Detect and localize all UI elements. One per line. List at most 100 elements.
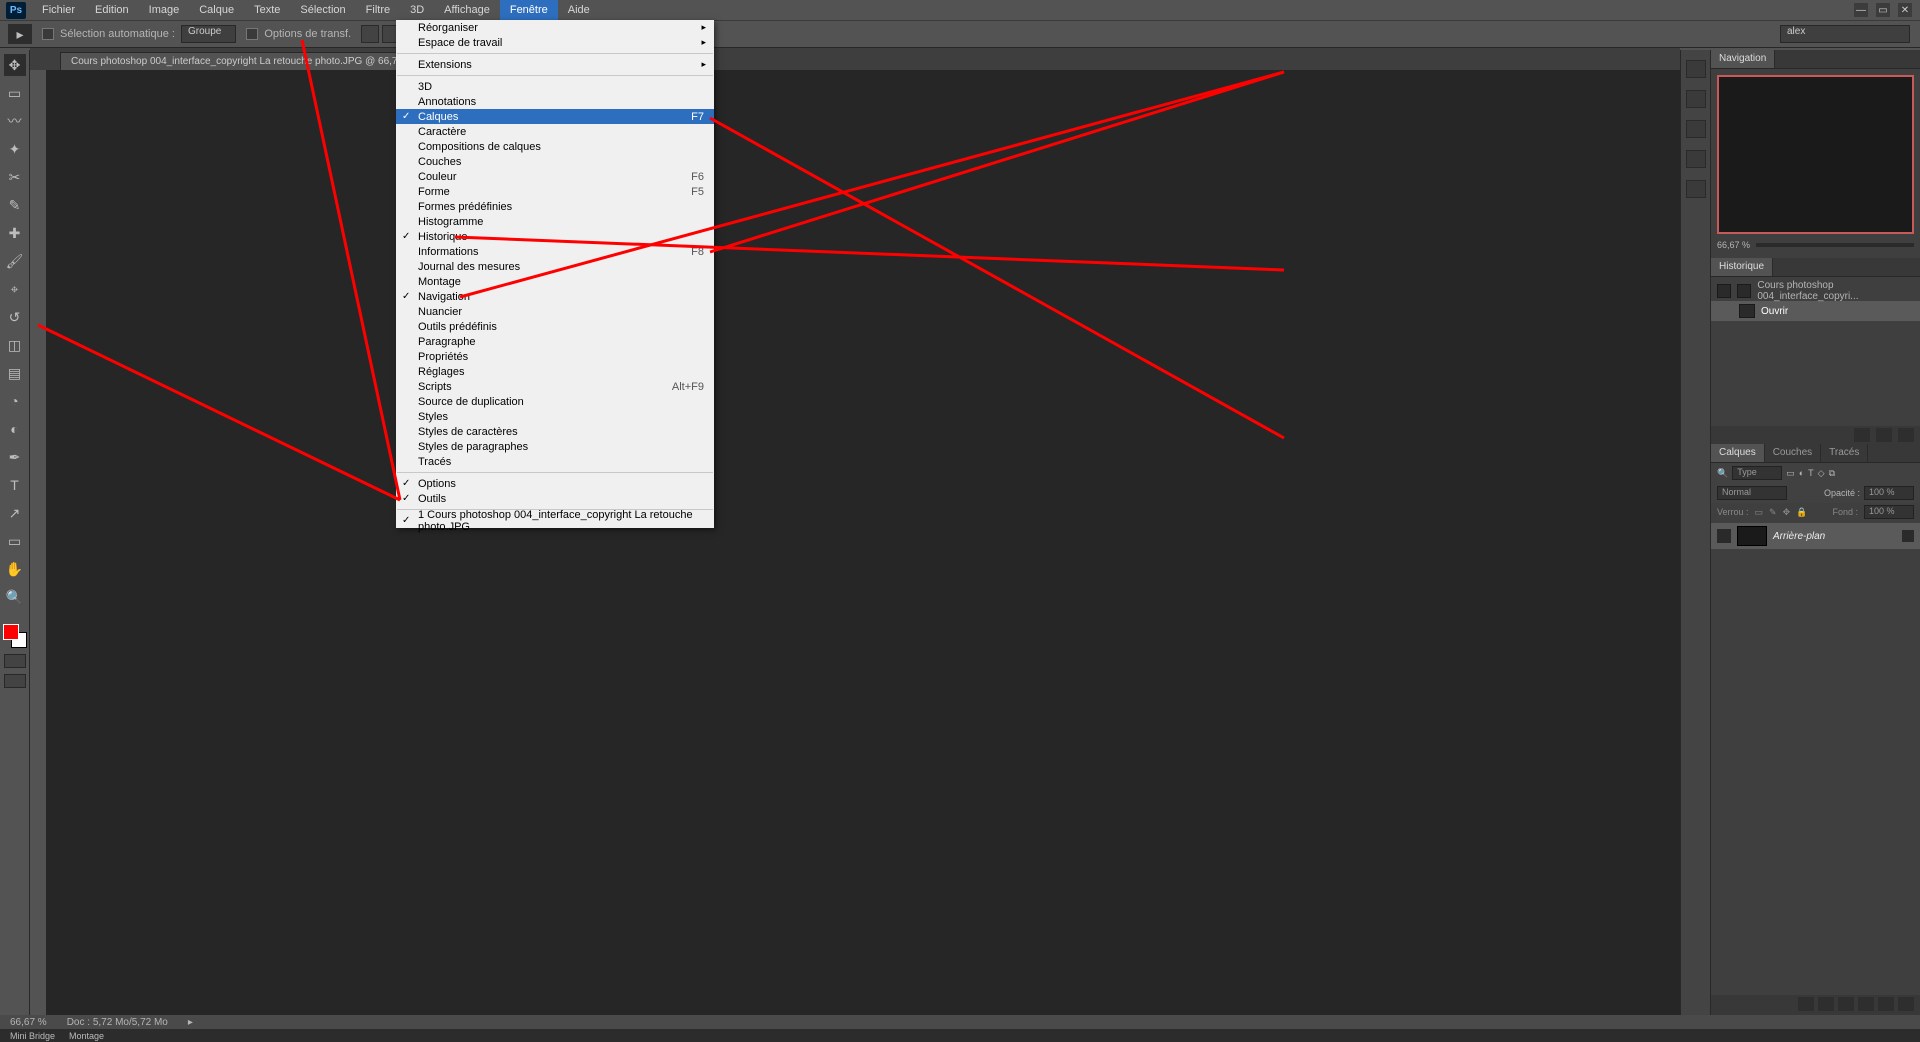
- tool-stamp[interactable]: ⌖: [4, 278, 26, 300]
- menu-item-options[interactable]: Options: [396, 476, 714, 491]
- menu-item-espace-de-travail[interactable]: Espace de travail: [396, 35, 714, 50]
- tab-calques[interactable]: Calques: [1711, 444, 1765, 462]
- lock-icon[interactable]: ✎: [1769, 507, 1777, 518]
- menu-fichier[interactable]: Fichier: [32, 0, 85, 20]
- history-snapshot[interactable]: Cours photoshop 004_interface_copyri...: [1711, 281, 1920, 301]
- layer-row[interactable]: Arrière-plan: [1711, 523, 1920, 549]
- canvas[interactable]: [46, 66, 1680, 1015]
- filter-type-dropdown[interactable]: Type: [1732, 466, 1782, 480]
- quickmask-button[interactable]: [4, 654, 26, 668]
- filter-icon[interactable]: ◐: [1799, 468, 1804, 478]
- menu-filtre[interactable]: Filtre: [356, 0, 400, 20]
- menu-item-styles-de-caract-res[interactable]: Styles de caractères: [396, 424, 714, 439]
- tool-shape[interactable]: ▭: [4, 530, 26, 552]
- menu-item-r-glages[interactable]: Réglages: [396, 364, 714, 379]
- menu-item-styles[interactable]: Styles: [396, 409, 714, 424]
- fill-value[interactable]: 100 %: [1864, 505, 1914, 519]
- lock-icon[interactable]: ▭: [1755, 507, 1764, 518]
- nav-zoom-slider[interactable]: [1756, 243, 1914, 247]
- tab-navigation[interactable]: Navigation: [1711, 50, 1775, 68]
- menu-item-calques[interactable]: CalquesF7: [396, 109, 714, 124]
- menu-item-trac-s[interactable]: Tracés: [396, 454, 714, 469]
- menu-affichage[interactable]: Affichage: [434, 0, 500, 20]
- tab-montage[interactable]: Montage: [69, 1031, 104, 1041]
- tool-eyedrop[interactable]: ✎: [4, 194, 26, 216]
- tool-lasso[interactable]: 〰: [4, 110, 26, 132]
- menu-item-caract-re[interactable]: Caractère: [396, 124, 714, 139]
- transform-checkbox[interactable]: [246, 28, 258, 40]
- menu-item-couleur[interactable]: CouleurF6: [396, 169, 714, 184]
- menu-item-histogramme[interactable]: Histogramme: [396, 214, 714, 229]
- menu-item-couches[interactable]: Couches: [396, 154, 714, 169]
- filter-icon[interactable]: ◇: [1818, 468, 1825, 479]
- menu-image[interactable]: Image: [139, 0, 190, 20]
- tab-couches[interactable]: Couches: [1765, 444, 1821, 462]
- lock-icon[interactable]: ✥: [1783, 507, 1791, 518]
- tool-path[interactable]: ↗: [4, 502, 26, 524]
- tool-crop[interactable]: ✂: [4, 166, 26, 188]
- menu-sélection[interactable]: Sélection: [290, 0, 355, 20]
- opacity-value[interactable]: 100 %: [1864, 486, 1914, 500]
- maximize-button[interactable]: ▭: [1876, 3, 1890, 17]
- menu-item-paragraphe[interactable]: Paragraphe: [396, 334, 714, 349]
- menu-item-styles-de-paragraphes[interactable]: Styles de paragraphes: [396, 439, 714, 454]
- tool-type[interactable]: T: [4, 474, 26, 496]
- menu-item-formes-pr-d-finies[interactable]: Formes prédéfinies: [396, 199, 714, 214]
- status-docsize[interactable]: Doc : 5,72 Mo/5,72 Mo: [67, 1017, 168, 1028]
- tab-traces[interactable]: Tracés: [1821, 444, 1868, 462]
- blend-mode-dropdown[interactable]: Normal: [1717, 486, 1787, 500]
- tool-gradient[interactable]: ▤: [4, 362, 26, 384]
- menu-item-3d[interactable]: 3D: [396, 79, 714, 94]
- tool-zoom[interactable]: 🔍: [4, 586, 26, 608]
- adjust-icon[interactable]: [1838, 997, 1854, 1011]
- screenmode-button[interactable]: [4, 674, 26, 688]
- menu-item-source-de-duplication[interactable]: Source de duplication: [396, 394, 714, 409]
- align-icon[interactable]: [361, 25, 379, 43]
- tab-minibridge[interactable]: Mini Bridge: [10, 1031, 55, 1041]
- menu-item-annotations[interactable]: Annotations: [396, 94, 714, 109]
- tab-historique[interactable]: Historique: [1711, 258, 1773, 276]
- fx-icon[interactable]: [1798, 997, 1814, 1011]
- tool-brush[interactable]: 🖌: [4, 250, 26, 272]
- tool-history[interactable]: ↺: [4, 306, 26, 328]
- filter-icon[interactable]: ▭: [1786, 468, 1795, 479]
- collapsed-panel-icon[interactable]: [1686, 150, 1706, 168]
- menu-item-propri-t-s[interactable]: Propriétés: [396, 349, 714, 364]
- menu-edition[interactable]: Edition: [85, 0, 139, 20]
- menu-item-nuancier[interactable]: Nuancier: [396, 304, 714, 319]
- menu-item-1-cours-photoshop-004-interfac[interactable]: 1 Cours photoshop 004_interface_copyrigh…: [396, 513, 714, 528]
- menu-item-extensions[interactable]: Extensions: [396, 57, 714, 72]
- auto-select-checkbox[interactable]: [42, 28, 54, 40]
- minimize-button[interactable]: —: [1854, 3, 1868, 17]
- menu-3d[interactable]: 3D: [400, 0, 434, 20]
- filter-icon[interactable]: T: [1808, 468, 1814, 478]
- filter-icon[interactable]: ⧉: [1829, 468, 1835, 479]
- menu-item-montage[interactable]: Montage: [396, 274, 714, 289]
- tool-pen[interactable]: ✒: [4, 446, 26, 468]
- tool-move[interactable]: ✥: [4, 54, 26, 76]
- new-icon[interactable]: [1878, 997, 1894, 1011]
- history-step[interactable]: Ouvrir: [1711, 301, 1920, 321]
- tool-preset-icon[interactable]: ▸: [8, 24, 32, 44]
- menu-item-forme[interactable]: FormeF5: [396, 184, 714, 199]
- auto-select-dropdown[interactable]: Groupe: [181, 25, 236, 43]
- collapsed-panel-icon[interactable]: [1686, 180, 1706, 198]
- menu-texte[interactable]: Texte: [244, 0, 290, 20]
- status-arrow-icon[interactable]: ▸: [188, 1017, 193, 1028]
- tool-marquee[interactable]: ▭: [4, 82, 26, 104]
- menu-fenêtre[interactable]: Fenêtre: [500, 0, 558, 20]
- fg-swatch[interactable]: [3, 624, 19, 640]
- collapsed-panel-icon[interactable]: [1686, 120, 1706, 138]
- menu-item-journal-des-mesures[interactable]: Journal des mesures: [396, 259, 714, 274]
- mask-icon[interactable]: [1818, 997, 1834, 1011]
- menu-item-compositions-de-calques[interactable]: Compositions de calques: [396, 139, 714, 154]
- menu-item-historique[interactable]: Historique: [396, 229, 714, 244]
- tool-hand[interactable]: ✋: [4, 558, 26, 580]
- menu-calque[interactable]: Calque: [189, 0, 244, 20]
- lock-icon[interactable]: 🔒: [1796, 507, 1807, 518]
- menu-item-r-organiser[interactable]: Réorganiser: [396, 20, 714, 35]
- collapsed-panel-icon[interactable]: [1686, 60, 1706, 78]
- visibility-icon[interactable]: [1717, 529, 1731, 543]
- trash-icon[interactable]: [1898, 997, 1914, 1011]
- tool-dodge[interactable]: ◐: [4, 418, 26, 440]
